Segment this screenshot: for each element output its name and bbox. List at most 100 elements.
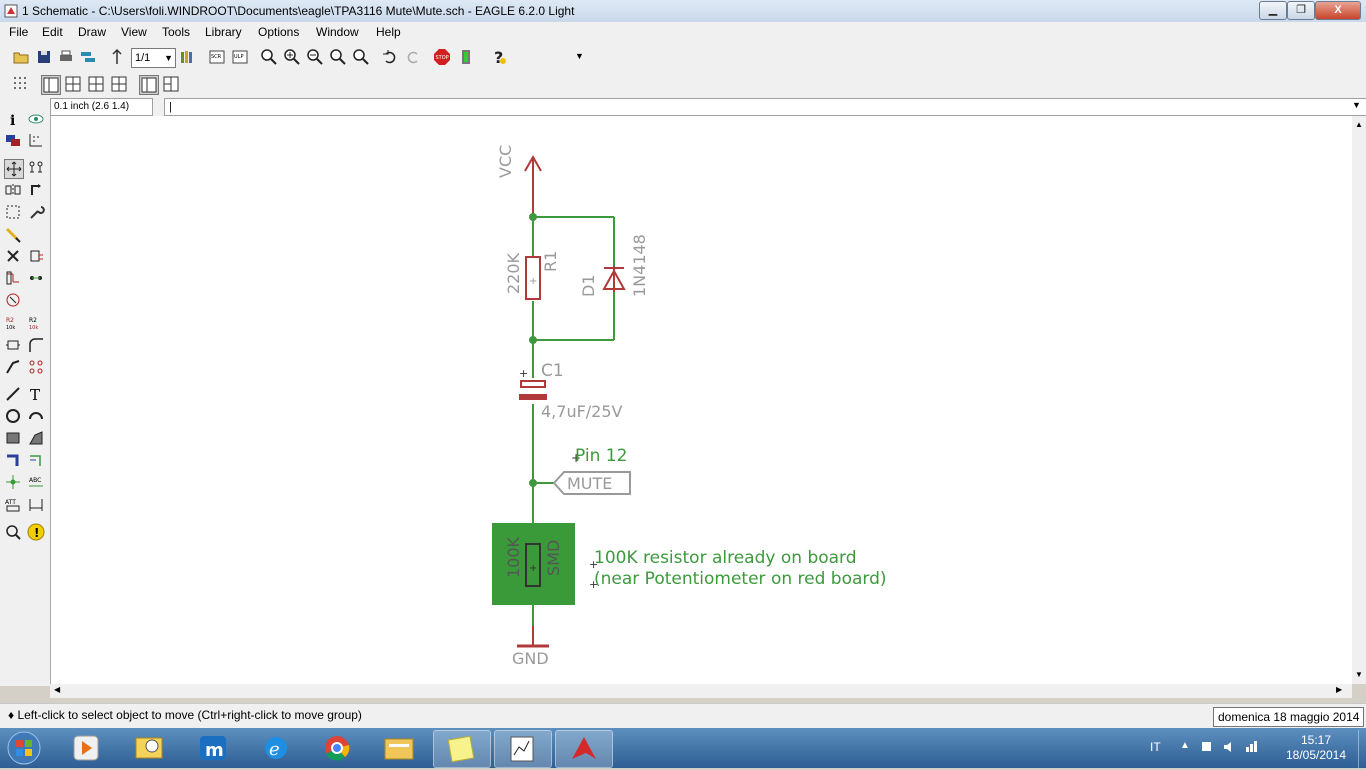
use-library-icon[interactable] [179, 48, 197, 66]
chevron-down-icon[interactable]: ▼ [575, 51, 584, 61]
taskbar-eagle[interactable] [555, 730, 613, 768]
command-input[interactable]: | [164, 98, 1366, 116]
dimension-icon[interactable] [27, 496, 45, 514]
taskbar-sticky-notes[interactable] [433, 730, 491, 768]
layout-left-icon[interactable] [139, 75, 159, 95]
zoom-select-icon[interactable] [352, 48, 370, 66]
layout-quad-icon[interactable] [64, 75, 82, 93]
layout-split-icon[interactable] [41, 75, 61, 95]
delete-icon[interactable] [4, 247, 22, 265]
move-icon[interactable] [4, 159, 24, 179]
mirror-icon[interactable] [4, 181, 22, 199]
volume-icon[interactable] [1222, 740, 1236, 754]
smash-icon[interactable] [4, 336, 22, 354]
layout-quad-alt2-icon[interactable] [110, 75, 128, 93]
taskbar-explorer[interactable] [371, 730, 427, 766]
show-desktop-button[interactable] [1358, 730, 1366, 768]
redo-icon[interactable] [404, 48, 422, 66]
name-icon[interactable]: R210k [4, 314, 22, 332]
scroll-left-icon[interactable]: ◀ [54, 685, 60, 694]
grid-icon[interactable] [12, 75, 30, 93]
system-clock[interactable]: 15:17 18/05/2014 [1276, 733, 1356, 763]
cam-processor-icon[interactable] [79, 48, 97, 66]
circle-icon[interactable] [4, 407, 22, 425]
scroll-right-icon[interactable]: ▶ [1336, 685, 1342, 694]
vcc-supply-symbol[interactable]: VCC [496, 145, 542, 217]
gnd-supply-symbol[interactable]: GND [512, 626, 549, 668]
vertical-scrollbar[interactable]: ▲ ▼ [1352, 116, 1366, 684]
undo-icon[interactable] [381, 48, 399, 66]
change-wrench-icon[interactable] [27, 203, 45, 221]
scroll-down-icon[interactable]: ▼ [1355, 670, 1363, 679]
invoke-icon[interactable] [27, 358, 45, 376]
menu-file[interactable]: File [9, 25, 28, 39]
start-button[interactable] [4, 730, 44, 766]
display-layers-icon[interactable] [4, 131, 22, 149]
erc-icon[interactable] [4, 523, 22, 541]
ulp-icon[interactable]: ULP [231, 48, 249, 66]
restore-button[interactable]: ❐ [1287, 1, 1315, 20]
copy-icon[interactable] [27, 159, 45, 177]
show-hidden-icons-icon[interactable]: ▲ [1180, 740, 1190, 751]
wire-icon[interactable] [4, 385, 22, 403]
gateswap-icon[interactable] [4, 291, 22, 309]
group-icon[interactable] [4, 203, 22, 221]
redraw-icon[interactable] [329, 48, 347, 66]
network-icon[interactable] [1244, 740, 1258, 754]
sheet-icon[interactable] [108, 48, 126, 66]
zoom-in-icon[interactable] [283, 48, 301, 66]
taskbar-chrome[interactable] [309, 730, 365, 766]
replace-icon[interactable] [27, 269, 45, 287]
info-icon[interactable]: i [4, 110, 22, 128]
layout-quad-alt-icon[interactable] [87, 75, 105, 93]
scroll-up-icon[interactable]: ▲ [1355, 120, 1363, 129]
minimize-button[interactable]: ▁ [1259, 1, 1287, 20]
add-icon[interactable] [27, 247, 45, 265]
close-button[interactable]: X [1315, 1, 1361, 20]
zoom-out-icon[interactable] [306, 48, 324, 66]
help-icon[interactable]: ? [490, 48, 508, 66]
arc-icon[interactable] [27, 407, 45, 425]
net-icon[interactable] [27, 452, 45, 470]
menu-options[interactable]: Options [258, 25, 299, 39]
taskbar-outlook[interactable] [122, 730, 178, 766]
menu-view[interactable]: View [121, 25, 147, 39]
pinswap-icon[interactable] [4, 269, 22, 287]
note-text[interactable]: + 100K resistor already on board + (near… [589, 548, 887, 591]
smd-resistor[interactable]: + 100K SMD [492, 523, 575, 605]
script-icon[interactable]: SCR [208, 48, 226, 66]
taskbar-maxthon[interactable]: m [185, 730, 241, 766]
zoom-fit-icon[interactable] [260, 48, 278, 66]
command-history-chevron-icon[interactable]: ▼ [1352, 100, 1361, 110]
taskbar-media-player[interactable] [58, 730, 114, 766]
errors-warning-icon[interactable]: ! [27, 523, 45, 541]
c1-capacitor[interactable]: + C1 4,7uF/25V [519, 361, 623, 421]
mute-net-label[interactable]: + Pin 12 MUTE [552, 446, 631, 495]
text-icon[interactable]: T [27, 385, 45, 403]
bus-icon[interactable] [4, 452, 22, 470]
print-icon[interactable] [57, 48, 75, 66]
show-eye-icon[interactable] [27, 110, 45, 128]
rotate-icon[interactable] [27, 181, 45, 199]
menu-edit[interactable]: Edit [42, 25, 63, 39]
r1-resistor[interactable]: + 220K R1 [504, 251, 560, 300]
save-icon[interactable] [35, 48, 53, 66]
schematic-canvas[interactable]: VCC + 220K R1 D1 1N4148 + C1 4,7uF/25V +… [50, 116, 1353, 684]
taskbar-editor[interactable] [494, 730, 552, 768]
language-indicator[interactable]: IT [1150, 740, 1161, 754]
mark-icon[interactable] [27, 131, 45, 149]
value-icon[interactable]: R210k [27, 314, 45, 332]
junction-icon[interactable] [4, 473, 22, 491]
polygon-icon[interactable] [27, 429, 45, 447]
menu-help[interactable]: Help [376, 25, 401, 39]
go-icon[interactable] [457, 48, 475, 66]
action-center-icon[interactable] [1200, 740, 1214, 754]
horizontal-scrollbar[interactable]: ◀ ▶ [50, 684, 1352, 698]
label-icon[interactable]: ABC [27, 473, 45, 491]
menu-draw[interactable]: Draw [78, 25, 106, 39]
paste-icon[interactable] [4, 226, 22, 244]
open-folder-icon[interactable] [12, 48, 30, 66]
miter-icon[interactable] [27, 336, 45, 354]
rectangle-icon[interactable] [4, 429, 22, 447]
menu-window[interactable]: Window [316, 25, 359, 39]
